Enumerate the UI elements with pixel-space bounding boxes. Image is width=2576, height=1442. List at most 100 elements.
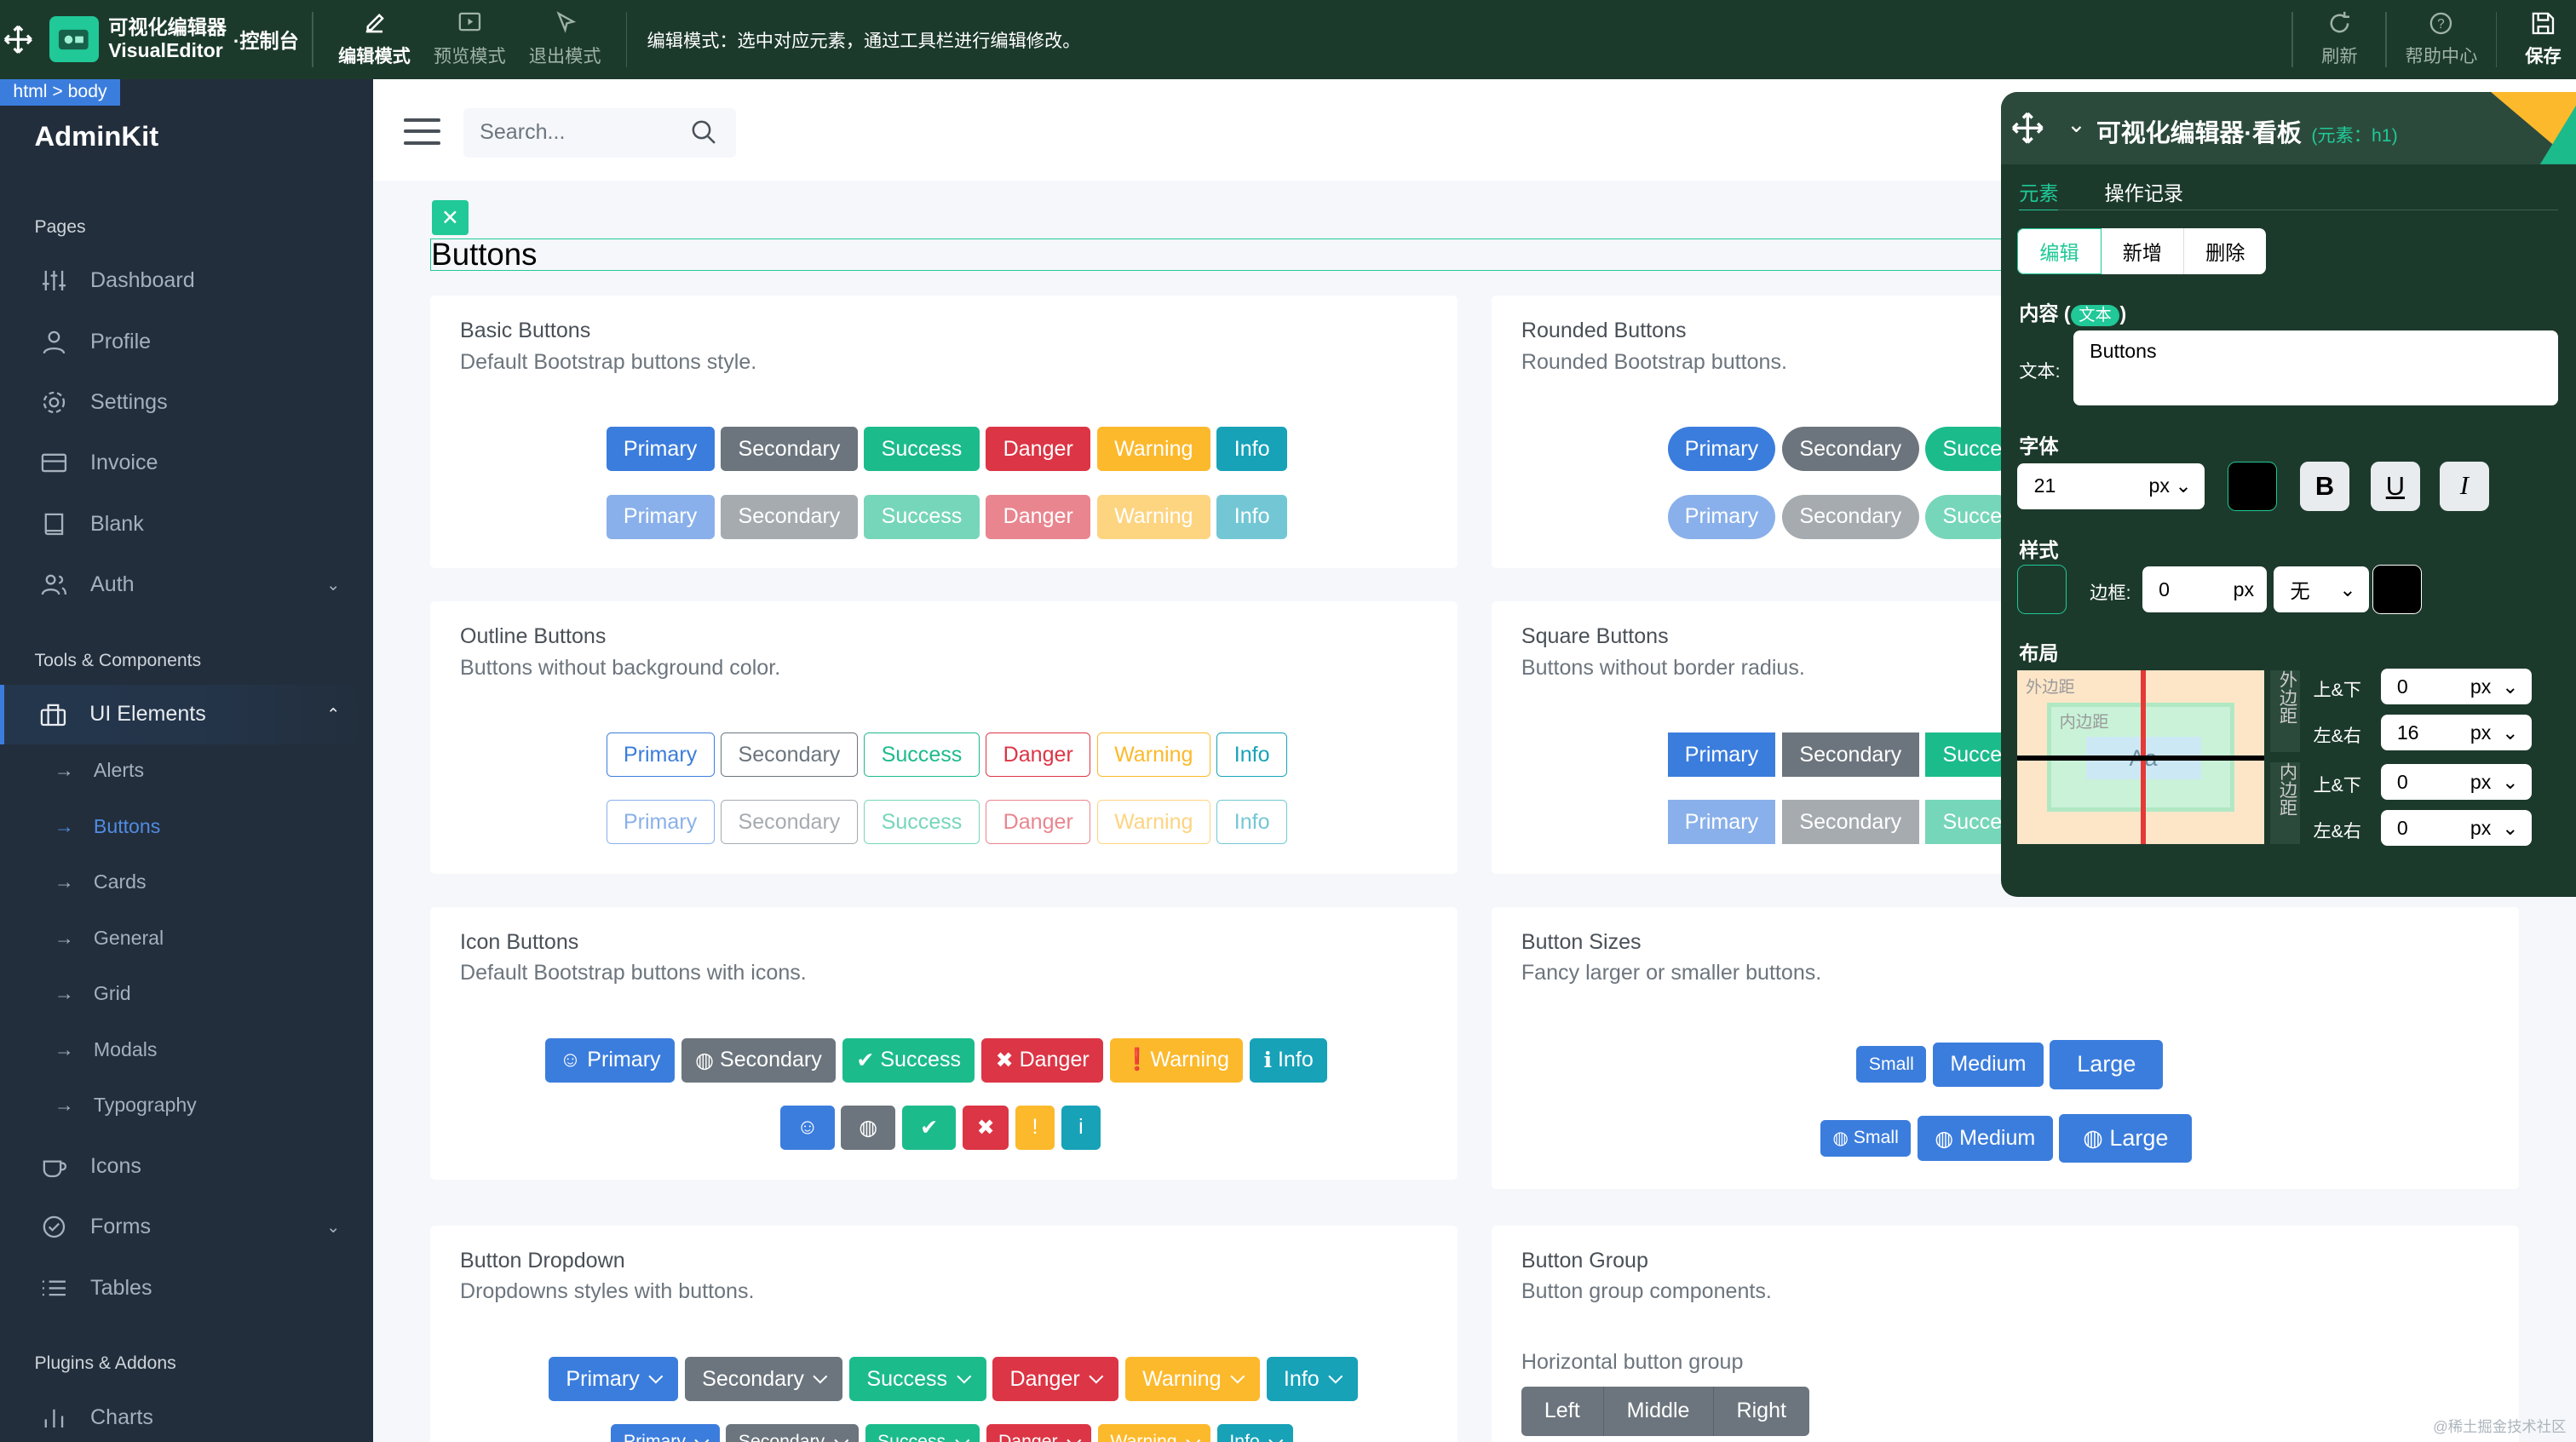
secondary-dropdown[interactable]: Secondary bbox=[726, 1424, 859, 1442]
secondary-button[interactable]: Secondary bbox=[721, 494, 858, 539]
left-button[interactable]: Left bbox=[1521, 1386, 1604, 1436]
bold-button[interactable]: B bbox=[2300, 461, 2349, 511]
panel-header[interactable]: ⌄ 可视化编辑器·看板 (元素：h1) bbox=[2001, 92, 2576, 164]
secondary-outline-button[interactable]: Secondary bbox=[721, 800, 858, 845]
border-width-input[interactable]: 0 px bbox=[2142, 566, 2268, 613]
success-button[interactable]: Success bbox=[864, 494, 980, 539]
smile-icon[interactable]: ☺ bbox=[780, 1105, 835, 1150]
secondary-dropdown[interactable]: Secondary bbox=[684, 1357, 843, 1402]
info-icon[interactable]: i bbox=[1061, 1105, 1101, 1150]
sidebar-item-dashboard[interactable]: Dashboard bbox=[0, 251, 373, 310]
sidebar-sub-typography[interactable]: → Typography bbox=[0, 1077, 373, 1134]
medium-button[interactable]: Medium bbox=[1933, 1042, 2044, 1087]
page-title[interactable]: Buttons bbox=[430, 238, 2008, 272]
sidebar-item-ui-elements[interactable]: UI Elements ⌃ bbox=[0, 685, 373, 744]
move-icon[interactable] bbox=[0, 0, 36, 79]
small-icon-button[interactable]: ◍ Small bbox=[1820, 1120, 1912, 1157]
tab-element[interactable]: 元素 bbox=[2019, 177, 2059, 210]
sidebar-sub-alerts[interactable]: → Alerts bbox=[0, 743, 373, 799]
padding-lr-input[interactable]: 0 px ⌄ bbox=[2380, 809, 2532, 847]
edit-mode-button[interactable]: 编辑模式 bbox=[327, 10, 423, 68]
info-outline-button[interactable]: Info bbox=[1216, 800, 1287, 845]
text-content-input[interactable]: Buttons bbox=[2073, 330, 2558, 406]
success-dropdown[interactable]: Success bbox=[849, 1357, 986, 1402]
search-icon[interactable] bbox=[690, 118, 716, 152]
success-icon-button[interactable]: ✔ Success bbox=[842, 1037, 975, 1083]
warning-dropdown[interactable]: Warning bbox=[1097, 1424, 1211, 1442]
help-center-button[interactable]: ? 帮助中心 bbox=[2401, 10, 2482, 68]
secondary-button[interactable]: Secondary bbox=[1782, 732, 1919, 778]
middle-button[interactable]: Middle bbox=[1604, 1386, 1714, 1436]
close-icon[interactable]: ✕ bbox=[432, 200, 469, 235]
sidebar-sub-buttons[interactable]: → Buttons bbox=[0, 798, 373, 854]
danger-button[interactable]: Danger bbox=[986, 494, 1091, 539]
success-dropdown[interactable]: Success bbox=[865, 1424, 980, 1442]
primary-button[interactable]: Primary bbox=[1667, 494, 1776, 539]
underline-button[interactable]: U bbox=[2370, 461, 2420, 511]
sidebar-item-invoice[interactable]: Invoice bbox=[0, 434, 373, 492]
edit-segment[interactable]: 编辑 bbox=[2017, 228, 2102, 275]
primary-outline-button[interactable]: Primary bbox=[606, 732, 715, 778]
primary-button[interactable]: Primary bbox=[1667, 732, 1776, 778]
success-button[interactable]: Success bbox=[864, 427, 980, 472]
brand-logo[interactable]: AdminKit bbox=[35, 120, 159, 152]
large-icon-button[interactable]: ◍ Large bbox=[2059, 1113, 2193, 1163]
delete-segment[interactable]: 删除 bbox=[2184, 228, 2266, 274]
medium-icon-button[interactable]: ◍ Medium bbox=[1918, 1116, 2053, 1161]
warning-dropdown[interactable]: Warning bbox=[1124, 1357, 1260, 1402]
padding-tb-input[interactable]: 0 px ⌄ bbox=[2380, 763, 2532, 801]
refresh-button[interactable]: 刷新 bbox=[2307, 10, 2372, 68]
chevron-down-icon[interactable]: ⌄ bbox=[2067, 112, 2086, 138]
warning-outline-button[interactable]: Warning bbox=[1096, 732, 1210, 778]
info-dropdown[interactable]: Info bbox=[1266, 1357, 1359, 1402]
success-outline-button[interactable]: Success bbox=[864, 732, 980, 778]
warning-button[interactable]: Warning bbox=[1096, 494, 1210, 539]
secondary-button[interactable]: Secondary bbox=[1782, 800, 1919, 845]
margin-tb-input[interactable]: 0 px ⌄ bbox=[2380, 668, 2532, 705]
element-breadcrumb[interactable]: html > body bbox=[0, 78, 121, 106]
exit-mode-button[interactable]: 退出模式 bbox=[517, 10, 612, 68]
danger-dropdown[interactable]: Danger bbox=[992, 1357, 1119, 1402]
move-icon[interactable] bbox=[2011, 112, 2044, 152]
danger-dropdown[interactable]: Danger bbox=[986, 1424, 1092, 1442]
warning-button[interactable]: Warning bbox=[1096, 427, 1210, 472]
italic-button[interactable]: I bbox=[2439, 461, 2489, 511]
primary-dropdown[interactable]: Primary bbox=[611, 1424, 720, 1442]
sidebar-item-tables[interactable]: Tables bbox=[0, 1258, 373, 1317]
unit-select[interactable]: px ⌄ bbox=[2149, 463, 2192, 509]
warning-icon-button[interactable]: ❗ Warning bbox=[1109, 1037, 1244, 1083]
info-icon-button[interactable]: ℹ Info bbox=[1250, 1037, 1328, 1083]
font-color-swatch[interactable] bbox=[2228, 461, 2278, 511]
sidebar-item-profile[interactable]: Profile bbox=[0, 312, 373, 371]
secondary-icon-button[interactable]: ◍ Secondary bbox=[681, 1037, 837, 1083]
check-icon[interactable]: ✔ bbox=[901, 1105, 957, 1150]
exclamation-icon[interactable]: ! bbox=[1015, 1105, 1055, 1150]
primary-outline-button[interactable]: Primary bbox=[606, 800, 715, 845]
primary-button[interactable]: Primary bbox=[606, 427, 715, 472]
border-color-swatch[interactable] bbox=[2372, 565, 2422, 615]
sidebar-sub-grid[interactable]: → Grid bbox=[0, 966, 373, 1022]
info-outline-button[interactable]: Info bbox=[1216, 732, 1287, 778]
secondary-button[interactable]: Secondary bbox=[721, 427, 858, 472]
primary-button[interactable]: Primary bbox=[606, 494, 715, 539]
sidebar-sub-cards[interactable]: → Cards bbox=[0, 854, 373, 911]
secondary-button[interactable]: Secondary bbox=[1782, 427, 1919, 472]
danger-outline-button[interactable]: Danger bbox=[986, 800, 1091, 845]
save-button[interactable]: 保存 bbox=[2510, 10, 2576, 68]
sidebar-sub-general[interactable]: → General bbox=[0, 910, 373, 966]
font-size-input[interactable]: 21 px ⌄ bbox=[2017, 462, 2205, 509]
background-color-swatch[interactable] bbox=[2017, 565, 2067, 615]
warning-outline-button[interactable]: Warning bbox=[1096, 800, 1210, 845]
sidebar-item-blank[interactable]: Blank bbox=[0, 495, 373, 554]
success-outline-button[interactable]: Success bbox=[864, 800, 980, 845]
sidebar-item-icons[interactable]: Icons bbox=[0, 1137, 373, 1196]
close-icon[interactable]: ✖ bbox=[963, 1105, 1009, 1150]
primary-dropdown[interactable]: Primary bbox=[549, 1357, 679, 1402]
primary-button[interactable]: Primary bbox=[1667, 800, 1776, 845]
small-button[interactable]: Small bbox=[1856, 1046, 1927, 1083]
secondary-button[interactable]: Secondary bbox=[1782, 494, 1919, 539]
primary-icon-button[interactable]: ☺ Primary bbox=[545, 1037, 676, 1083]
tab-history[interactable]: 操作记录 bbox=[2105, 177, 2184, 206]
sidebar-item-charts[interactable]: Charts bbox=[0, 1388, 373, 1442]
sidebar-item-auth[interactable]: Auth ⌄ bbox=[0, 555, 373, 614]
